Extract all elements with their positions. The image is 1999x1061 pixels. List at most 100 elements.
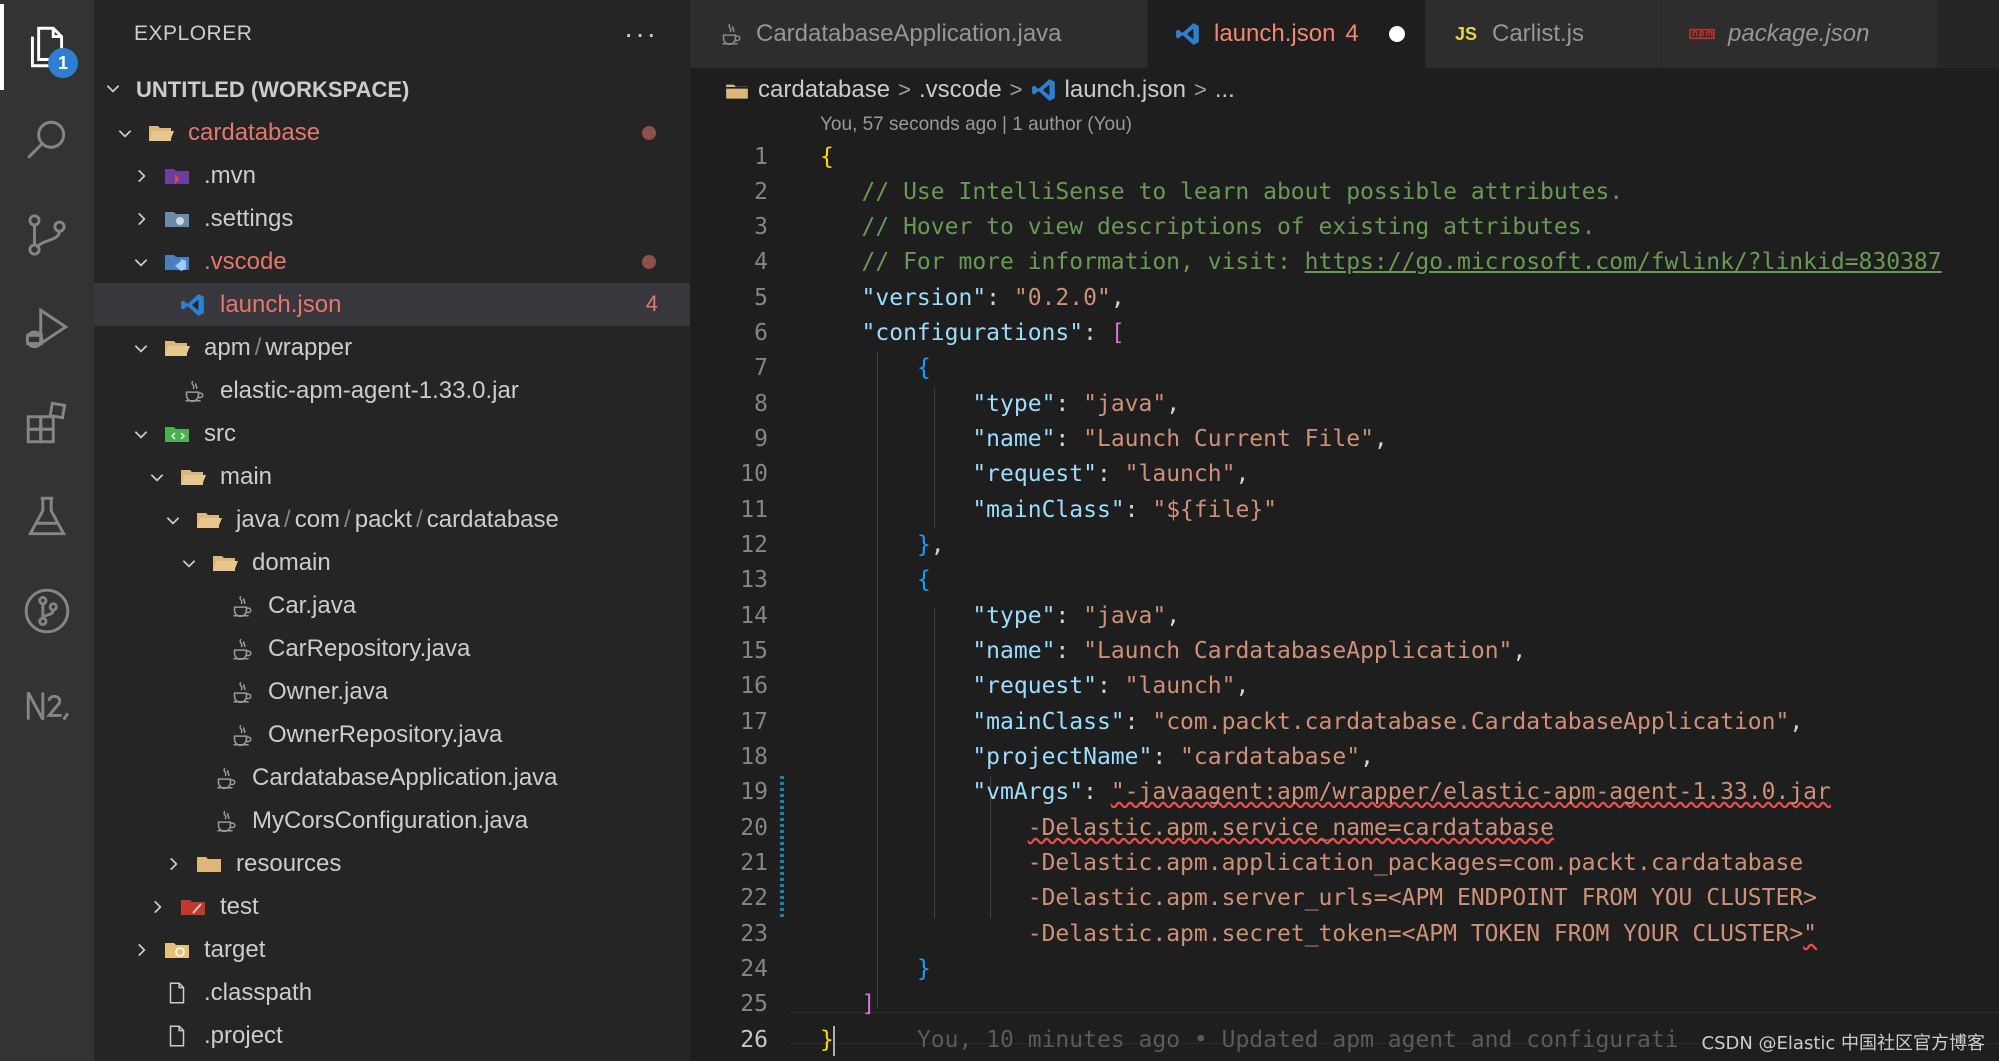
line-number: 13 — [740, 567, 768, 593]
tree-item-main[interactable]: main — [94, 455, 690, 498]
tree-item-owner-java[interactable]: Owner.java — [94, 670, 690, 713]
tree-item-carrepository-java[interactable]: CarRepository.java — [94, 627, 690, 670]
code-line-3: // Hover to view descriptions of existin… — [861, 214, 1596, 240]
tree-item-launch-json[interactable]: launch.json 4 — [94, 283, 690, 326]
tree-item-label: cardatabase — [188, 118, 321, 146]
run-debug-activity[interactable] — [0, 282, 94, 376]
line-number: 3 — [754, 214, 768, 240]
modified-dot — [642, 255, 656, 269]
java-icon — [178, 377, 208, 405]
tree-item-label: launch.json — [220, 290, 342, 318]
folder-open-icon — [146, 119, 176, 147]
tree-item-src[interactable]: src — [94, 412, 690, 455]
tree-item-mycorsconfiguration-java[interactable]: MyCorsConfiguration.java — [94, 799, 690, 842]
tree-item-apm[interactable]: apm / wrapper — [94, 326, 690, 369]
tab-label: launch.json — [1214, 20, 1336, 47]
line-number: 7 — [754, 355, 768, 381]
explorer-badge: 1 — [48, 48, 78, 78]
java-icon — [226, 678, 256, 706]
tree-item-test[interactable]: test — [94, 885, 690, 928]
code-line-13: { — [916, 567, 931, 593]
tree-item-java[interactable]: java / com / packt / cardatabase — [94, 498, 690, 541]
line-number: 25 — [740, 991, 768, 1017]
line-number: 26 — [740, 1027, 768, 1053]
vscode-folder-icon — [162, 248, 192, 276]
folder-icon — [194, 850, 224, 878]
vscode-icon — [178, 291, 208, 319]
code-line-7: { — [916, 355, 931, 381]
folder-open-icon — [210, 549, 240, 577]
tab-carlist-js[interactable]: JS Carlist.js — [1426, 0, 1662, 68]
tab-package-json[interactable]: package.json — [1662, 0, 1938, 68]
codelens-blame[interactable]: You, 57 seconds ago | 1 author (You) — [820, 114, 1132, 136]
code-line-24: } — [916, 956, 931, 982]
tree-item-label: OwnerRepository.java — [268, 720, 503, 748]
code-editor[interactable]: 1 2 3 4 5 6 7 8 9 10 11 12 13 14 15 16 17 18 19 20 21 22 23 24 2… — [690, 140, 1999, 1061]
chevron-down-icon — [104, 79, 126, 101]
code-line-26: } You, 10 minutes ago • Updated apm agen… — [820, 1027, 1679, 1053]
search-icon — [27, 120, 66, 159]
folder-open-icon — [178, 463, 208, 491]
tree-item-vscode[interactable]: .vscode — [94, 240, 690, 283]
tree-item-settings[interactable]: .settings — [94, 197, 690, 240]
line-number: 20 — [740, 815, 768, 841]
chevron-down-icon — [130, 337, 152, 359]
code-link[interactable]: https://go.microsoft.com/fwlink/?linkid=… — [1305, 249, 1942, 275]
source-control-icon — [28, 214, 66, 256]
maven-folder-icon — [162, 162, 192, 190]
breadcrumb-cardatabase[interactable]: cardatabase — [724, 76, 890, 104]
tree-item-ownerrepository-java[interactable]: OwnerRepository.java — [94, 713, 690, 756]
workspace-header[interactable]: UNTITLED (WORKSPACE) — [94, 68, 690, 111]
code-line-11: "mainClass": "${file}" — [972, 497, 1277, 523]
search-activity[interactable] — [0, 94, 94, 188]
tree-item-label: CardatabaseApplication.java — [252, 763, 558, 791]
tree-item-resources[interactable]: resources — [94, 842, 690, 885]
line-number: 2 — [754, 179, 768, 205]
tree-item-classpath[interactable]: .classpath — [94, 971, 690, 1014]
tab-label: Carlist.js — [1492, 20, 1585, 47]
tree-item-cardatabaseapplication-java[interactable]: CardatabaseApplication.java — [94, 756, 690, 799]
breadcrumb-launch-json[interactable]: launch.json — [1031, 76, 1186, 104]
tree-item-label: Owner.java — [268, 677, 389, 705]
extensions-activity[interactable] — [0, 376, 94, 470]
watermark: CSDN @Elastic 中国社区官方博客 — [1701, 1033, 1986, 1054]
line-number: 5 — [754, 285, 768, 311]
folder-open-icon — [162, 334, 192, 362]
source-control-activity[interactable] — [0, 188, 94, 282]
unsaved-dot[interactable] — [1388, 26, 1405, 42]
tab-label: package.json — [1728, 20, 1870, 47]
tree-item-label: MyCorsConfiguration.java — [252, 806, 529, 834]
tree-item-mvn[interactable]: .mvn — [94, 154, 690, 197]
tree-item-label: .classpath — [204, 978, 313, 1006]
tree-item-label: test — [220, 892, 259, 920]
chevron-down-icon — [130, 423, 152, 445]
tree-item-label: target — [204, 935, 266, 963]
tree-item-cardatabase[interactable]: cardatabase — [94, 111, 690, 154]
tree-item-car-java[interactable]: Car.java — [94, 584, 690, 627]
file-icon — [162, 979, 192, 1007]
tab-cardatabase-application[interactable]: CardatabaseApplication.java — [690, 0, 1148, 68]
java-icon — [226, 592, 256, 620]
tree-item-project[interactable]: .project — [94, 1014, 690, 1057]
code-line-4: // For more information, visit: https://… — [861, 249, 1942, 275]
tree-item-label: elastic-apm-agent-1.33.0.jar — [220, 376, 519, 404]
breadcrumb-more[interactable]: ... — [1215, 76, 1235, 104]
tab-launch-json[interactable]: launch.json 4 — [1148, 0, 1426, 68]
problem-count: 4 — [645, 291, 658, 316]
git-graph-activity[interactable] — [0, 564, 94, 658]
chevron-right-icon: > — [1009, 77, 1023, 102]
explorer-activity[interactable]: 1 — [0, 0, 94, 94]
line-number: 12 — [740, 532, 768, 558]
testing-activity[interactable] — [0, 470, 94, 564]
chevron-right-icon: > — [1193, 77, 1207, 102]
inline-blame: You, 10 minutes ago • Updated apm agent … — [916, 1027, 1679, 1053]
breadcrumb-vscode[interactable]: .vscode — [919, 76, 1002, 104]
line-number: 17 — [740, 709, 768, 735]
tree-item-elastic-apm-agent-1-33-0-jar[interactable]: elastic-apm-agent-1.33.0.jar — [94, 369, 690, 412]
tree-item-domain[interactable]: domain — [94, 541, 690, 584]
notebook-activity[interactable] — [0, 658, 94, 752]
tree-item-target[interactable]: target — [94, 928, 690, 971]
tab-label: CardatabaseApplication.java — [756, 20, 1062, 47]
more-actions-button[interactable]: ··· — [624, 18, 658, 50]
chevron-right-icon — [146, 896, 168, 918]
